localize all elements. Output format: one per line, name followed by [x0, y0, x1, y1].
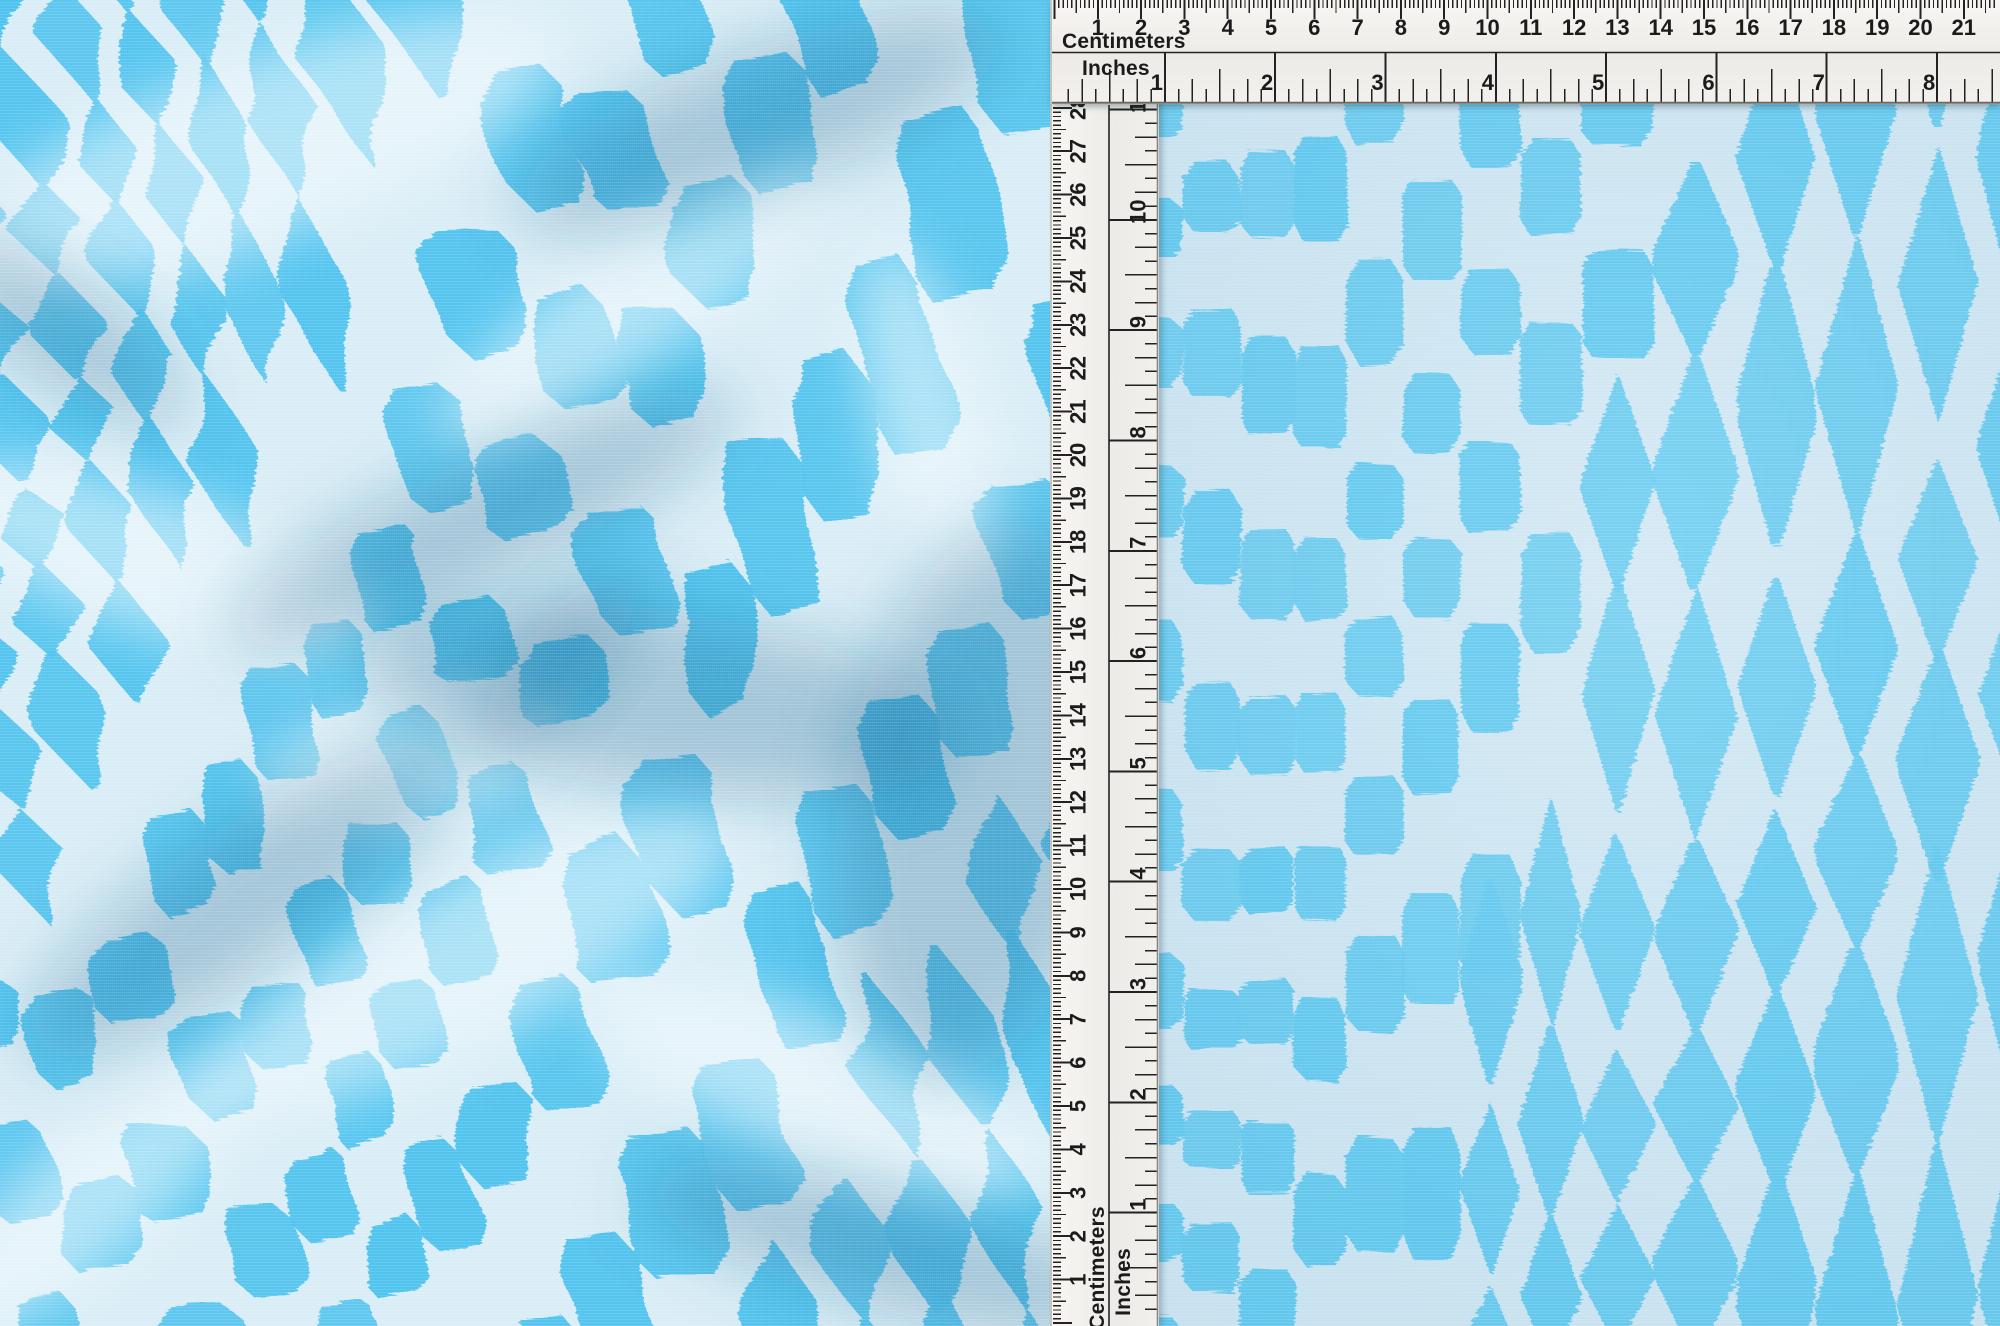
top-ruler-cm-number: 12 — [1562, 15, 1586, 40]
top-ruler-inch-number: 7 — [1813, 70, 1825, 95]
flat-fabric-pattern — [1052, 0, 2000, 1326]
horizontal-ruler-centimeters-label: Centimeters — [1062, 30, 1186, 54]
top-ruler-cm-number: 18 — [1822, 15, 1846, 40]
top-ruler-cm-number: 9 — [1438, 15, 1450, 40]
top-ruler-inch-ticks — [1068, 53, 1992, 102]
left-ruler-inch-number: 8 — [1126, 426, 1151, 438]
top-ruler-cm-number: 8 — [1395, 15, 1407, 40]
left-ruler-cm-number: 7 — [1066, 1013, 1091, 1025]
left-ruler-inch-number: 10 — [1126, 199, 1151, 223]
left-ruler-cm-number: 27 — [1066, 139, 1091, 163]
left-ruler-cm-number: 26 — [1066, 182, 1091, 206]
left-ruler-cm-number: 23 — [1066, 313, 1091, 337]
left-ruler-inch-ticks — [1109, 109, 1158, 1309]
fabric-product-photo: 1234567891011121314151617181920211234567… — [0, 0, 2000, 1326]
left-ruler-cm-number: 9 — [1066, 926, 1091, 938]
left-ruler-cm-number: 14 — [1066, 702, 1091, 727]
left-ruler-cm-number: 16 — [1066, 616, 1091, 640]
left-ruler-inch-number: 4 — [1126, 867, 1151, 880]
left-ruler-cm-number: 22 — [1066, 356, 1091, 380]
horizontal-ruler-scale: 1234567891011121314151617181920211234567… — [1052, 0, 2000, 104]
left-ruler-inch-number: 3 — [1126, 978, 1151, 990]
left-ruler-cm-number: 24 — [1066, 268, 1091, 293]
top-ruler-cm-number: 20 — [1908, 15, 1932, 40]
top-ruler-cm-number: 15 — [1692, 15, 1716, 40]
left-ruler-cm-number: 13 — [1066, 747, 1091, 771]
left-ruler-cm-number: 6 — [1066, 1056, 1091, 1068]
left-ruler-cm-number: 18 — [1066, 530, 1091, 554]
top-ruler-cm-number: 4 — [1222, 15, 1235, 40]
left-ruler-cm-number: 20 — [1066, 443, 1091, 467]
left-ruler-inch-number: 7 — [1126, 537, 1151, 549]
top-ruler-cm-number: 10 — [1475, 15, 1499, 40]
left-ruler-inch-number: 5 — [1126, 757, 1151, 769]
left-ruler-cm-number: 19 — [1066, 486, 1091, 510]
vertical-ruler-inches-label: Inches — [1112, 1248, 1136, 1316]
top-ruler-cm-number: 19 — [1865, 15, 1889, 40]
left-ruler-cm-number: 17 — [1066, 573, 1091, 597]
left-ruler-inch-number: 1 — [1126, 1199, 1151, 1211]
top-ruler-inch-number: 3 — [1371, 70, 1383, 95]
crumpled-fabric-photo — [0, 0, 1052, 1326]
horizontal-ruler-inches-label: Inches — [1082, 57, 1150, 81]
horizontal-ruler: 1234567891011121314151617181920211234567… — [1052, 0, 2000, 104]
crumpled-fabric-pattern — [0, 0, 1052, 1326]
top-ruler-inch-number: 2 — [1261, 70, 1273, 95]
left-ruler-cm-number: 3 — [1066, 1187, 1091, 1199]
flat-fabric-swatch — [1052, 0, 2000, 1326]
left-ruler-cm-number: 11 — [1066, 834, 1091, 857]
top-ruler-inch-number: 5 — [1592, 70, 1604, 95]
top-ruler-cm-number: 7 — [1351, 15, 1363, 40]
left-ruler-cm-number: 5 — [1066, 1100, 1091, 1112]
left-ruler-cm-number: 25 — [1066, 226, 1091, 250]
left-ruler-cm-number: 15 — [1066, 660, 1091, 684]
vertical-ruler-scale: 1234567891011121314151617181920212223242… — [1052, 0, 1159, 1326]
top-ruler-inch-number: 8 — [1923, 70, 1935, 95]
left-ruler-cm-number: 8 — [1066, 970, 1091, 982]
top-ruler-inch-number: 6 — [1702, 70, 1714, 95]
top-ruler-cm-number: 21 — [1952, 15, 1976, 40]
flat-fabric-sheen — [1052, 0, 2000, 1326]
top-ruler-cm-number: 17 — [1778, 15, 1802, 40]
left-ruler-inch-number: 6 — [1126, 647, 1151, 659]
top-ruler-cm-number: 16 — [1735, 15, 1759, 40]
left-ruler-inch-number: 2 — [1126, 1088, 1151, 1100]
top-ruler-cm-number: 11 — [1519, 15, 1542, 40]
top-ruler-cm-number: 14 — [1648, 15, 1673, 40]
top-ruler-cm-number: 13 — [1605, 15, 1629, 40]
vertical-ruler: 1234567891011121314151617181920212223242… — [1052, 0, 1159, 1326]
top-ruler-cm-number: 6 — [1308, 15, 1320, 40]
left-ruler-cm-number: 12 — [1066, 790, 1091, 814]
left-ruler-cm-number: 10 — [1066, 877, 1091, 901]
top-ruler-inch-number: 4 — [1482, 70, 1495, 95]
top-ruler-inch-number: 1 — [1151, 70, 1163, 95]
top-ruler-cm-number: 5 — [1265, 15, 1277, 40]
left-ruler-cm-number: 21 — [1066, 399, 1091, 423]
left-ruler-cm-number: 4 — [1066, 1143, 1091, 1156]
left-ruler-inch-number: 9 — [1126, 316, 1151, 328]
vertical-ruler-centimeters-label: Centimeters — [1086, 1206, 1110, 1326]
